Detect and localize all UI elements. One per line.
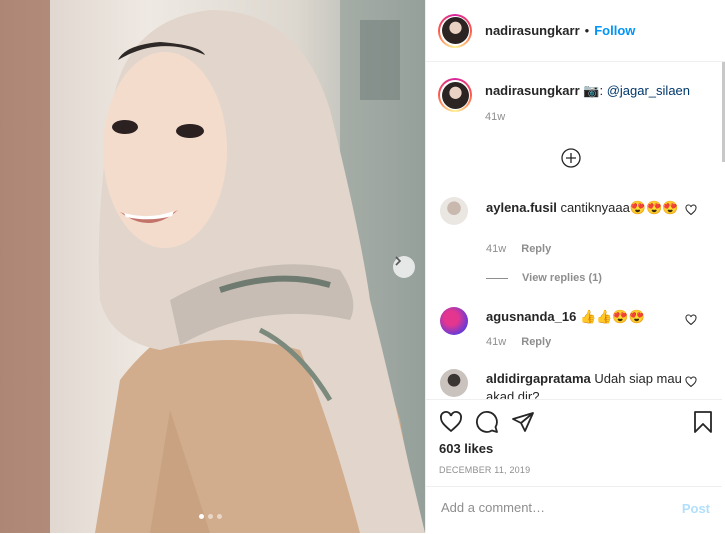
paper-plane-icon[interactable] <box>511 410 535 434</box>
comment-like-icon[interactable] <box>685 376 697 388</box>
next-photo-button[interactable] <box>393 256 415 278</box>
carousel-dots <box>199 514 222 519</box>
comment-text-block: aylena.fusil cantiknyaaa😍😍😍 <box>486 199 686 217</box>
avatar-image <box>441 81 469 109</box>
carousel-dot <box>217 514 222 519</box>
post-comment-button[interactable]: Post <box>682 501 710 516</box>
comment-like-icon[interactable] <box>685 204 697 216</box>
comment-icon[interactable] <box>475 410 499 434</box>
comment-meta: 41w Reply <box>486 243 563 255</box>
caption-avatar[interactable] <box>438 78 472 112</box>
caption-username[interactable]: nadirasungkarr <box>485 83 580 98</box>
comments-list[interactable]: nadirasungkarr 📷: @jagar_silaen 41w ayle… <box>426 62 722 399</box>
comment-username[interactable]: aldidirgapratama <box>486 371 591 386</box>
comment-avatar[interactable] <box>440 197 468 225</box>
comment-text-block: agusnanda_16 👍👍😍😍 <box>486 308 686 326</box>
view-replies-label: View replies (1) <box>522 272 602 284</box>
reply-button[interactable]: Reply <box>521 243 551 255</box>
carousel-dot <box>208 514 213 519</box>
avatar-image <box>441 17 469 44</box>
bookmark-icon[interactable] <box>692 410 714 434</box>
author-username[interactable]: nadirasungkarr <box>485 23 580 38</box>
post-date[interactable]: DECEMBER 11, 2019 <box>439 465 530 475</box>
post-actions-section: 603 likes DECEMBER 11, 2019 Post <box>426 399 722 533</box>
instagram-post-modal: nadirasungkarr • Follow nadirasungkarr 📷… <box>0 0 725 533</box>
reply-button[interactable]: Reply <box>521 336 551 348</box>
post-photo <box>0 0 425 533</box>
comment-username[interactable]: aylena.fusil <box>486 200 557 215</box>
comment-time[interactable]: 41w <box>486 336 506 348</box>
likes-count[interactable]: 603 likes <box>439 441 493 456</box>
comment-avatar[interactable] <box>440 307 468 335</box>
load-more-comments-icon[interactable] <box>561 148 581 168</box>
caption-text: 📷: <box>583 83 607 98</box>
separator-dot: • <box>584 23 590 38</box>
comment-meta: 41w Reply <box>486 336 563 348</box>
comment-text: 👍👍😍😍 <box>579 309 645 324</box>
carousel-dot <box>199 514 204 519</box>
divider-line <box>486 277 508 279</box>
post-photo-illustration <box>0 0 425 533</box>
comment-input[interactable] <box>439 499 663 516</box>
comment-text: cantiknyaaa😍😍😍 <box>560 200 679 215</box>
comment-username[interactable]: agusnanda_16 <box>486 309 576 324</box>
follow-button[interactable]: Follow <box>594 23 635 38</box>
view-replies-button[interactable]: View replies (1) <box>486 272 602 284</box>
post-sidebar: nadirasungkarr • Follow nadirasungkarr 📷… <box>425 0 725 533</box>
post-header: nadirasungkarr • Follow <box>426 0 725 62</box>
heart-icon[interactable] <box>439 410 463 434</box>
comment-time[interactable]: 41w <box>486 243 506 255</box>
comment-text-block: aldidirgapratama Udah siap mau akad dir? <box>486 370 686 399</box>
caption-mention[interactable]: @jagar_silaen <box>607 83 690 98</box>
caption-time[interactable]: 41w <box>485 108 690 126</box>
comment-like-icon[interactable] <box>685 314 697 326</box>
chevron-right-icon <box>395 256 402 266</box>
post-caption: nadirasungkarr 📷: @jagar_silaen 41w <box>438 78 690 126</box>
author-avatar[interactable] <box>438 13 472 48</box>
add-comment-bar: Post <box>426 486 722 534</box>
caption-text-block: nadirasungkarr 📷: @jagar_silaen 41w <box>485 78 690 126</box>
action-icons-row <box>439 410 724 434</box>
comment-avatar[interactable] <box>440 369 468 397</box>
